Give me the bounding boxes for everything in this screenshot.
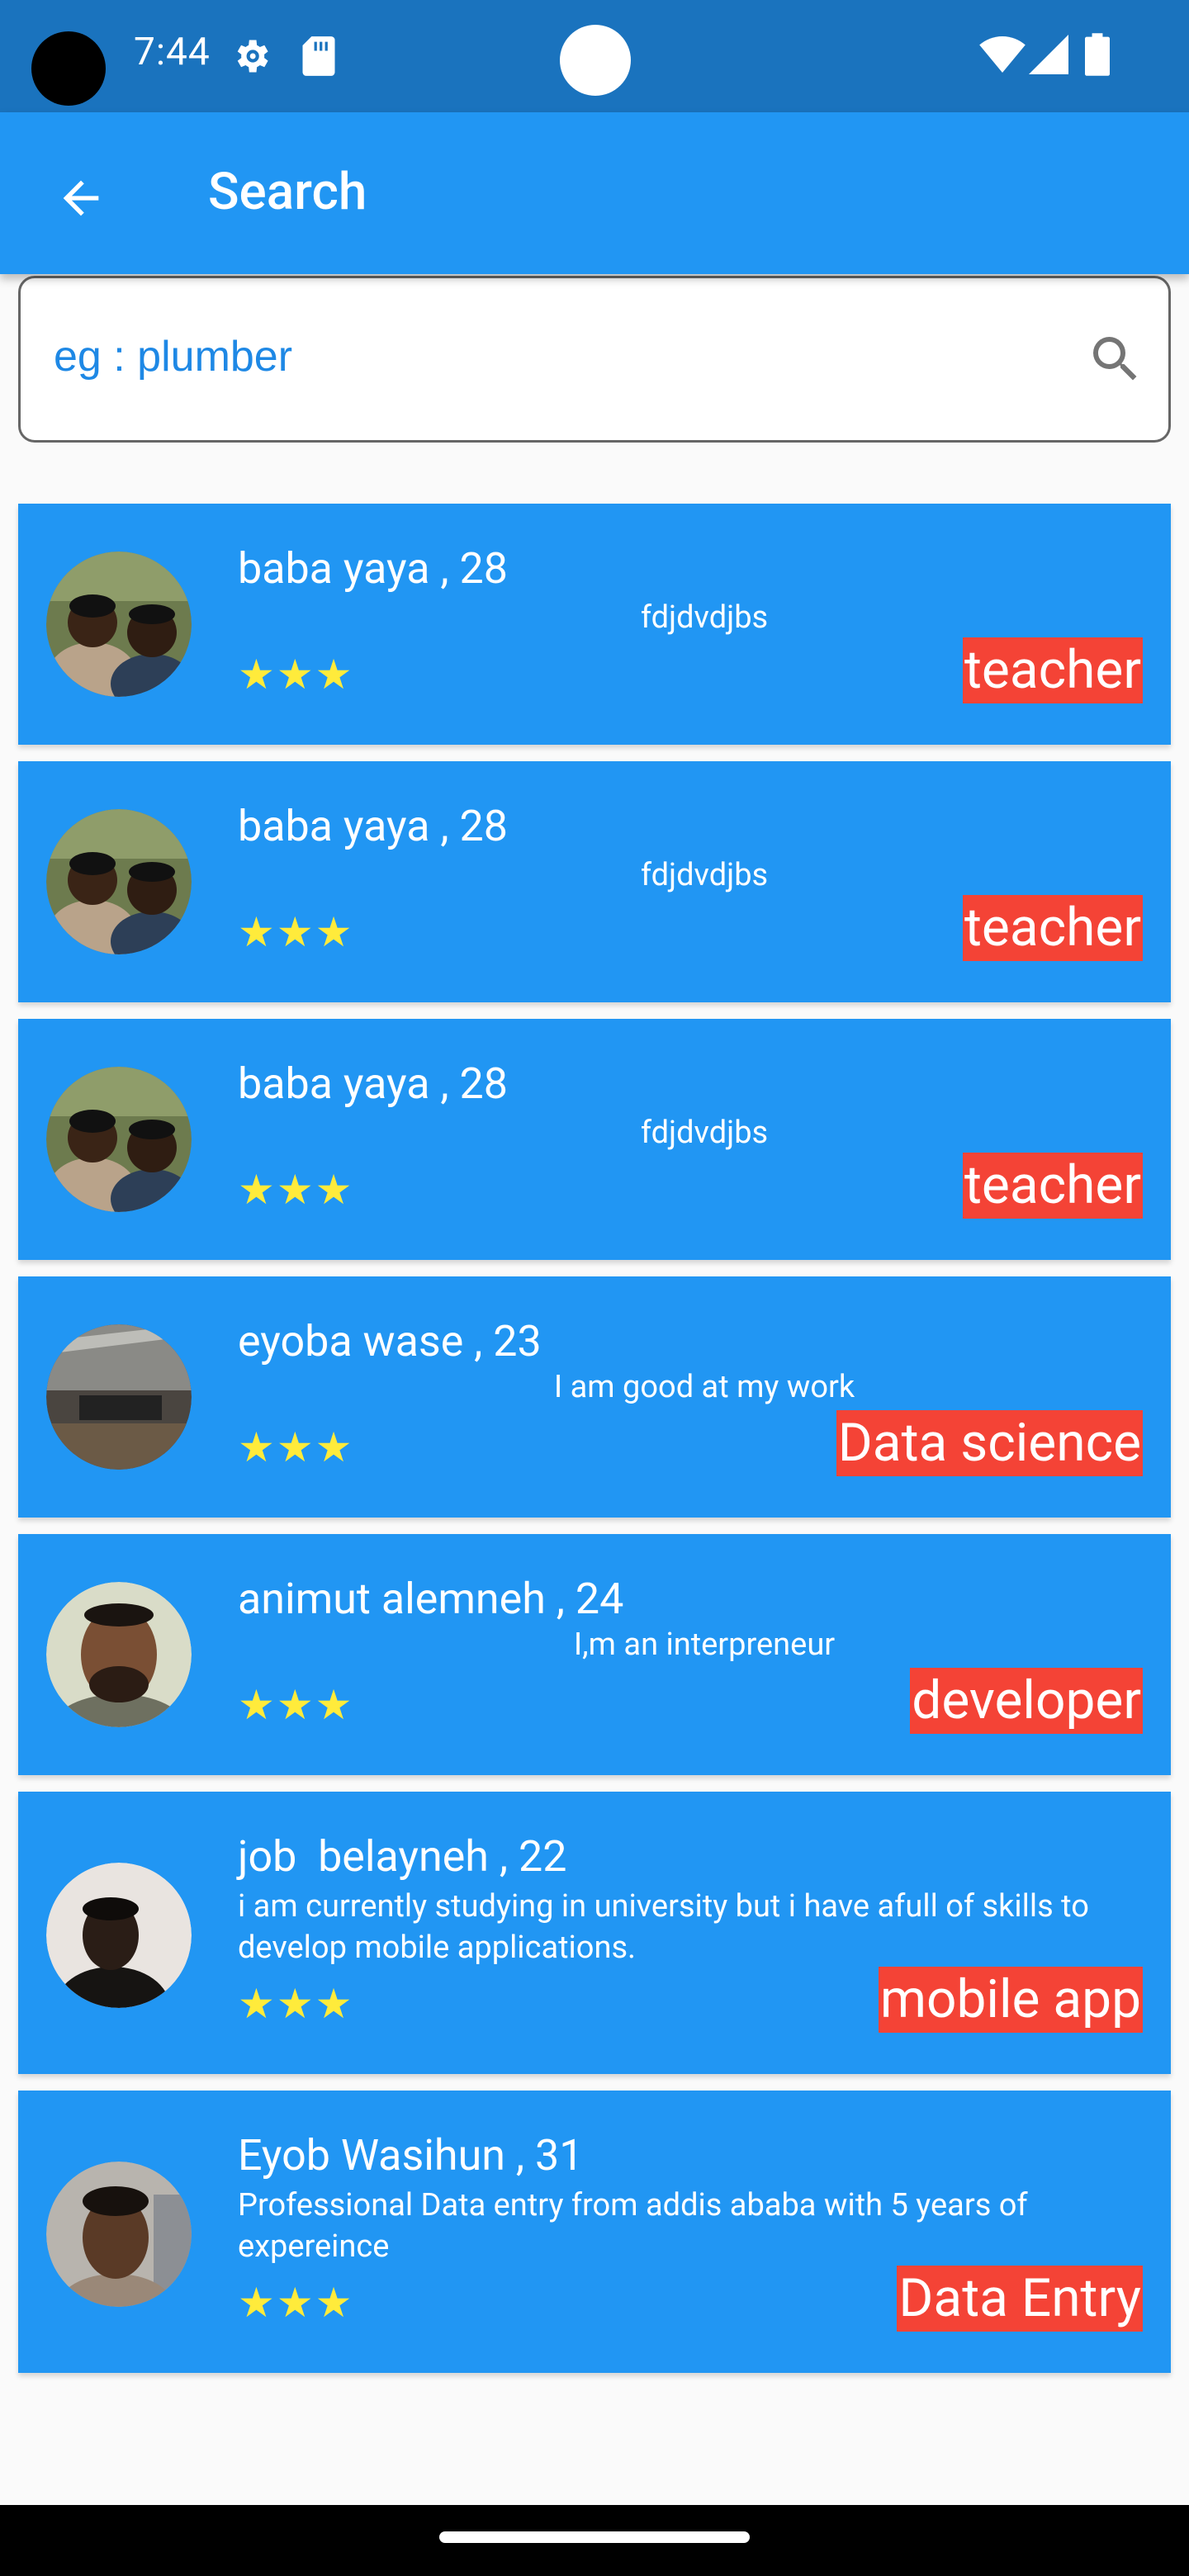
system-nav-bar <box>0 2505 1189 2576</box>
status-bar: 7:44 <box>0 0 1189 112</box>
list-item[interactable]: baba yaya , 28 fdjdvdjbs ★★★ teacher <box>18 761 1171 1002</box>
worker-name: animut alemneh , 24 <box>238 1574 624 1624</box>
worker-description: fdjdvdjbs <box>640 857 769 893</box>
status-time: 7:44 <box>134 30 211 74</box>
avatar <box>46 1582 192 1727</box>
search-icon[interactable] <box>1086 329 1145 392</box>
page-title: Search <box>208 162 367 222</box>
worker-description: fdjdvdjbs <box>640 599 769 636</box>
worker-description: I,m an interpreneur <box>573 1627 836 1663</box>
worker-name: baba yaya , 28 <box>238 801 508 851</box>
wifi-icon <box>979 36 1026 76</box>
worker-name: job belayneh , 22 <box>238 1831 567 1882</box>
list-item[interactable]: job belayneh , 22 i am currently studyin… <box>18 1792 1171 2074</box>
worker-description: Professional Data entry from addis ababa… <box>238 2187 1028 2265</box>
avatar <box>46 1863 192 2008</box>
home-gesture-handle[interactable] <box>439 2531 750 2543</box>
worker-description: fdjdvdjbs <box>640 1115 769 1151</box>
profession-tag: mobile app <box>878 1967 1143 2033</box>
list-item[interactable]: baba yaya , 28 fdjdvdjbs ★★★ teacher <box>18 504 1171 745</box>
signal-icon <box>1029 35 1068 78</box>
worker-name: Eyob Wasihun , 31 <box>238 2130 584 2181</box>
avatar <box>46 1324 192 1470</box>
rating-stars: ★★★ <box>238 909 354 957</box>
worker-description: i am currently studying in university bu… <box>238 1888 1089 1966</box>
worker-name: baba yaya , 28 <box>238 543 508 594</box>
rating-stars: ★★★ <box>238 651 354 699</box>
list-item[interactable]: Eyob Wasihun , 31 Professional Data entr… <box>18 2091 1171 2373</box>
profession-tag: developer <box>910 1668 1143 1734</box>
list-item[interactable]: baba yaya , 28 fdjdvdjbs ★★★ teacher <box>18 1019 1171 1260</box>
back-button[interactable] <box>41 159 121 238</box>
front-sensor <box>560 25 631 96</box>
avatar <box>46 809 192 954</box>
worker-name: eyoba wase , 23 <box>238 1316 542 1366</box>
profession-tag: teacher <box>962 895 1143 961</box>
avatar <box>46 2162 192 2307</box>
avatar <box>46 1067 192 1212</box>
camera-cutout <box>31 31 106 106</box>
app-bar: Search <box>0 112 1189 274</box>
settings-icon <box>230 35 272 81</box>
rating-stars: ★★★ <box>238 1167 354 1215</box>
profession-tag: teacher <box>962 637 1143 703</box>
worker-name: baba yaya , 28 <box>238 1058 508 1109</box>
avatar <box>46 552 192 697</box>
profession-tag: Data science <box>836 1410 1143 1476</box>
rating-stars: ★★★ <box>238 1424 354 1472</box>
search-box[interactable] <box>18 276 1171 443</box>
rating-stars: ★★★ <box>238 2280 354 2327</box>
worker-description: I am good at my work <box>553 1369 855 1405</box>
list-item[interactable]: animut alemneh , 24 I,m an interpreneur … <box>18 1534 1171 1775</box>
battery-icon <box>1085 33 1110 79</box>
list-item[interactable]: eyoba wase , 23 I am good at my work ★★★… <box>18 1276 1171 1518</box>
rating-stars: ★★★ <box>238 1682 354 1730</box>
sd-card-icon <box>301 35 337 81</box>
rating-stars: ★★★ <box>238 1981 354 2029</box>
profession-tag: teacher <box>962 1153 1143 1219</box>
search-input[interactable] <box>54 311 1028 402</box>
profession-tag: Data Entry <box>897 2266 1143 2332</box>
arrow-back-icon <box>63 180 99 216</box>
